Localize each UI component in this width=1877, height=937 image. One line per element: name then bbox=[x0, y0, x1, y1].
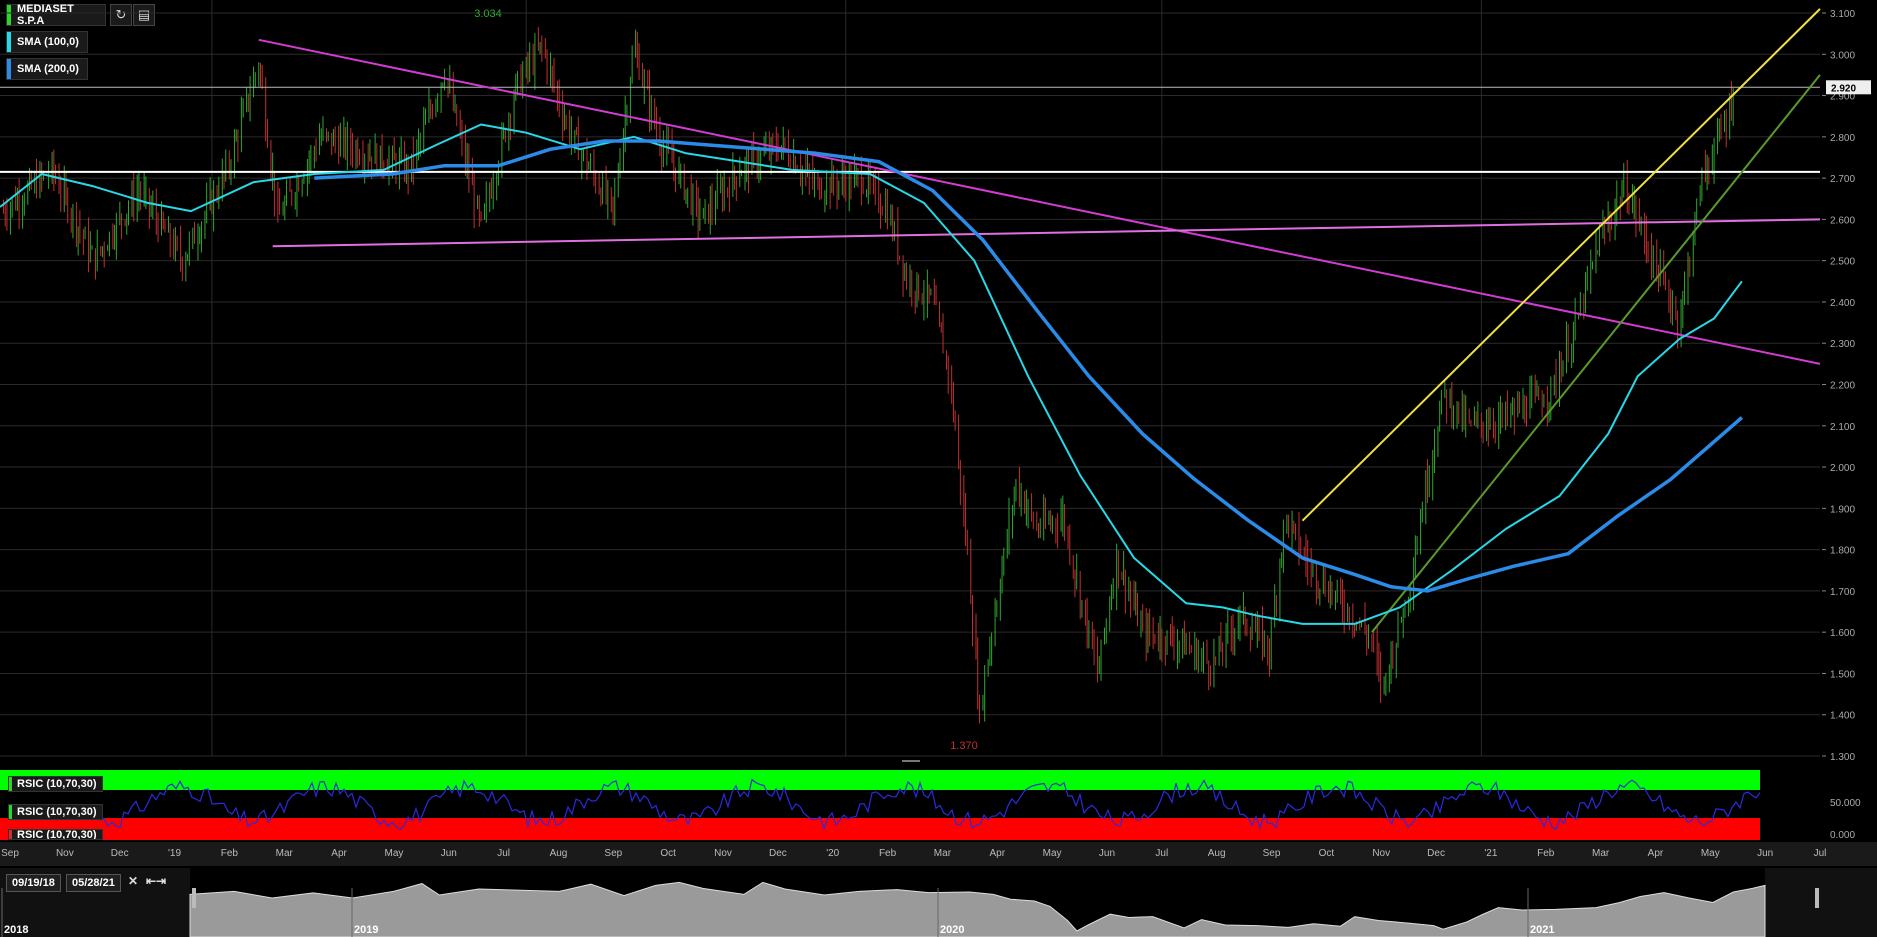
x-tick-label: Jul bbox=[497, 848, 510, 859]
y-tick-label: 2.200 bbox=[1830, 381, 1855, 392]
x-tick-label: May bbox=[384, 848, 403, 859]
x-tick-label: Aug bbox=[550, 848, 568, 859]
x-tick-label: Dec bbox=[769, 848, 787, 859]
last-price-label: 2.920 bbox=[1831, 83, 1856, 94]
x-tick-label: Jun bbox=[441, 848, 457, 859]
x-tick-label: Oct bbox=[1319, 848, 1335, 859]
x-tick-label: Jun bbox=[1099, 848, 1115, 859]
x-tick-label: Mar bbox=[276, 848, 294, 859]
y-tick-label: 2.800 bbox=[1830, 133, 1855, 144]
rsi-label-1-text: RSIC (10,70,30) bbox=[17, 778, 97, 790]
y-tick-label: 2.400 bbox=[1830, 298, 1855, 309]
trend-line bbox=[1301, 8, 1821, 522]
navigator-end-date[interactable]: 05/28/21 bbox=[66, 874, 121, 892]
y-tick-label: 1.700 bbox=[1830, 587, 1855, 598]
x-tick-label: Feb bbox=[879, 848, 897, 859]
expand-icon[interactable]: ⇤⇥ bbox=[146, 874, 166, 888]
y-tick-label: 1.300 bbox=[1830, 752, 1855, 762]
rsi-label-2-text: RSIC (10,70,30) bbox=[17, 806, 97, 818]
rsi-tick-label: 0.000 bbox=[1830, 830, 1855, 840]
close-icon[interactable]: ✕ bbox=[128, 874, 138, 888]
x-tick-label: Feb bbox=[221, 848, 239, 859]
sma-100-line bbox=[0, 123, 1743, 625]
x-tick-label: Apr bbox=[989, 848, 1005, 859]
x-tick-label: Nov bbox=[1372, 848, 1390, 859]
x-tick-label: Mar bbox=[1592, 848, 1610, 859]
rsi-label-2[interactable]: RSIC (10,70,30) bbox=[8, 804, 104, 820]
x-tick-label: Sep bbox=[604, 848, 622, 859]
trend-line bbox=[272, 218, 1821, 248]
time-axis: Sep Nov Dec '19 Feb Mar Apr May Jun Jul Aug Sep Oct N… bbox=[0, 842, 1877, 866]
y-tick-label: 3.000 bbox=[1830, 50, 1855, 61]
y-tick-label: 2.600 bbox=[1830, 215, 1855, 226]
rsi-overbought-band bbox=[0, 770, 1760, 790]
x-tick-label: Nov bbox=[56, 848, 74, 859]
y-tick-label: 1.600 bbox=[1830, 628, 1855, 639]
x-tick-label: Dec bbox=[1427, 848, 1445, 859]
x-tick-label: Jun bbox=[1757, 848, 1773, 859]
rsi-label-1[interactable]: RSIC (10,70,30) bbox=[8, 776, 104, 792]
navigator-year-label: 2021 bbox=[1530, 924, 1554, 936]
x-tick-label: '19 bbox=[168, 848, 181, 859]
navigator[interactable]: 2018 2019 2020 2021 bbox=[0, 868, 1877, 937]
x-tick-label: Oct bbox=[660, 848, 676, 859]
y-tick-label: 1.900 bbox=[1830, 504, 1855, 515]
x-tick-label: Sep bbox=[1, 848, 19, 859]
rsi-oversold-band bbox=[0, 818, 1760, 840]
rsi-label-3[interactable]: RSIC (10,70,30) bbox=[8, 829, 104, 840]
trend-line bbox=[1371, 74, 1821, 633]
navigator-left-handle bbox=[192, 888, 196, 908]
x-tick-label: '21 bbox=[1484, 848, 1497, 859]
panel-resize-handle bbox=[902, 760, 920, 762]
navigator-start-date-text: 09/19/18 bbox=[12, 877, 55, 889]
y-tick-label: 2.700 bbox=[1830, 174, 1855, 185]
y-tick-label: 2.000 bbox=[1830, 463, 1855, 474]
navigator-right-handle bbox=[1815, 888, 1819, 908]
x-tick-label: Feb bbox=[1537, 848, 1555, 859]
x-tick-label: Dec bbox=[111, 848, 129, 859]
y-tick-label: 2.300 bbox=[1830, 339, 1855, 350]
rsi-label-3-text: RSIC (10,70,30) bbox=[17, 829, 97, 840]
y-tick-label: 1.500 bbox=[1830, 669, 1855, 680]
navigator-year-label: 2020 bbox=[940, 924, 964, 936]
x-tick-label: Mar bbox=[934, 848, 952, 859]
price-chart[interactable]: 3.1003.0002.9002.8002.7002.6002.5002.400… bbox=[0, 0, 1877, 762]
navigator-year-label: 2019 bbox=[354, 924, 378, 936]
y-tick-label: 1.400 bbox=[1830, 711, 1855, 722]
navigator-start-date[interactable]: 09/19/18 bbox=[6, 874, 61, 892]
y-tick-label: 1.800 bbox=[1830, 546, 1855, 557]
navigator-end-date-text: 05/28/21 bbox=[72, 877, 115, 889]
x-tick-label: Aug bbox=[1208, 848, 1226, 859]
rsi-tick-label: 50.000 bbox=[1830, 798, 1861, 809]
navigator-year-label: 2018 bbox=[4, 924, 28, 936]
x-tick-label: Apr bbox=[331, 848, 347, 859]
x-tick-label: '20 bbox=[826, 848, 839, 859]
x-tick-label: Sep bbox=[1263, 848, 1281, 859]
high-annotation: 3.034 bbox=[474, 8, 502, 20]
rsi-panel[interactable]: 50.000 0.000 bbox=[0, 768, 1877, 840]
x-tick-label: May bbox=[1701, 848, 1720, 859]
y-tick-label: 2.100 bbox=[1830, 422, 1855, 433]
x-tick-label: Jul bbox=[1814, 848, 1827, 859]
low-annotation: 1.370 bbox=[950, 740, 978, 752]
x-tick-label: May bbox=[1043, 848, 1062, 859]
x-tick-label: Jul bbox=[1155, 848, 1168, 859]
y-tick-label: 3.100 bbox=[1830, 9, 1855, 20]
x-tick-label: Nov bbox=[714, 848, 732, 859]
x-tick-label: Apr bbox=[1648, 848, 1664, 859]
y-tick-label: 2.500 bbox=[1830, 257, 1855, 268]
